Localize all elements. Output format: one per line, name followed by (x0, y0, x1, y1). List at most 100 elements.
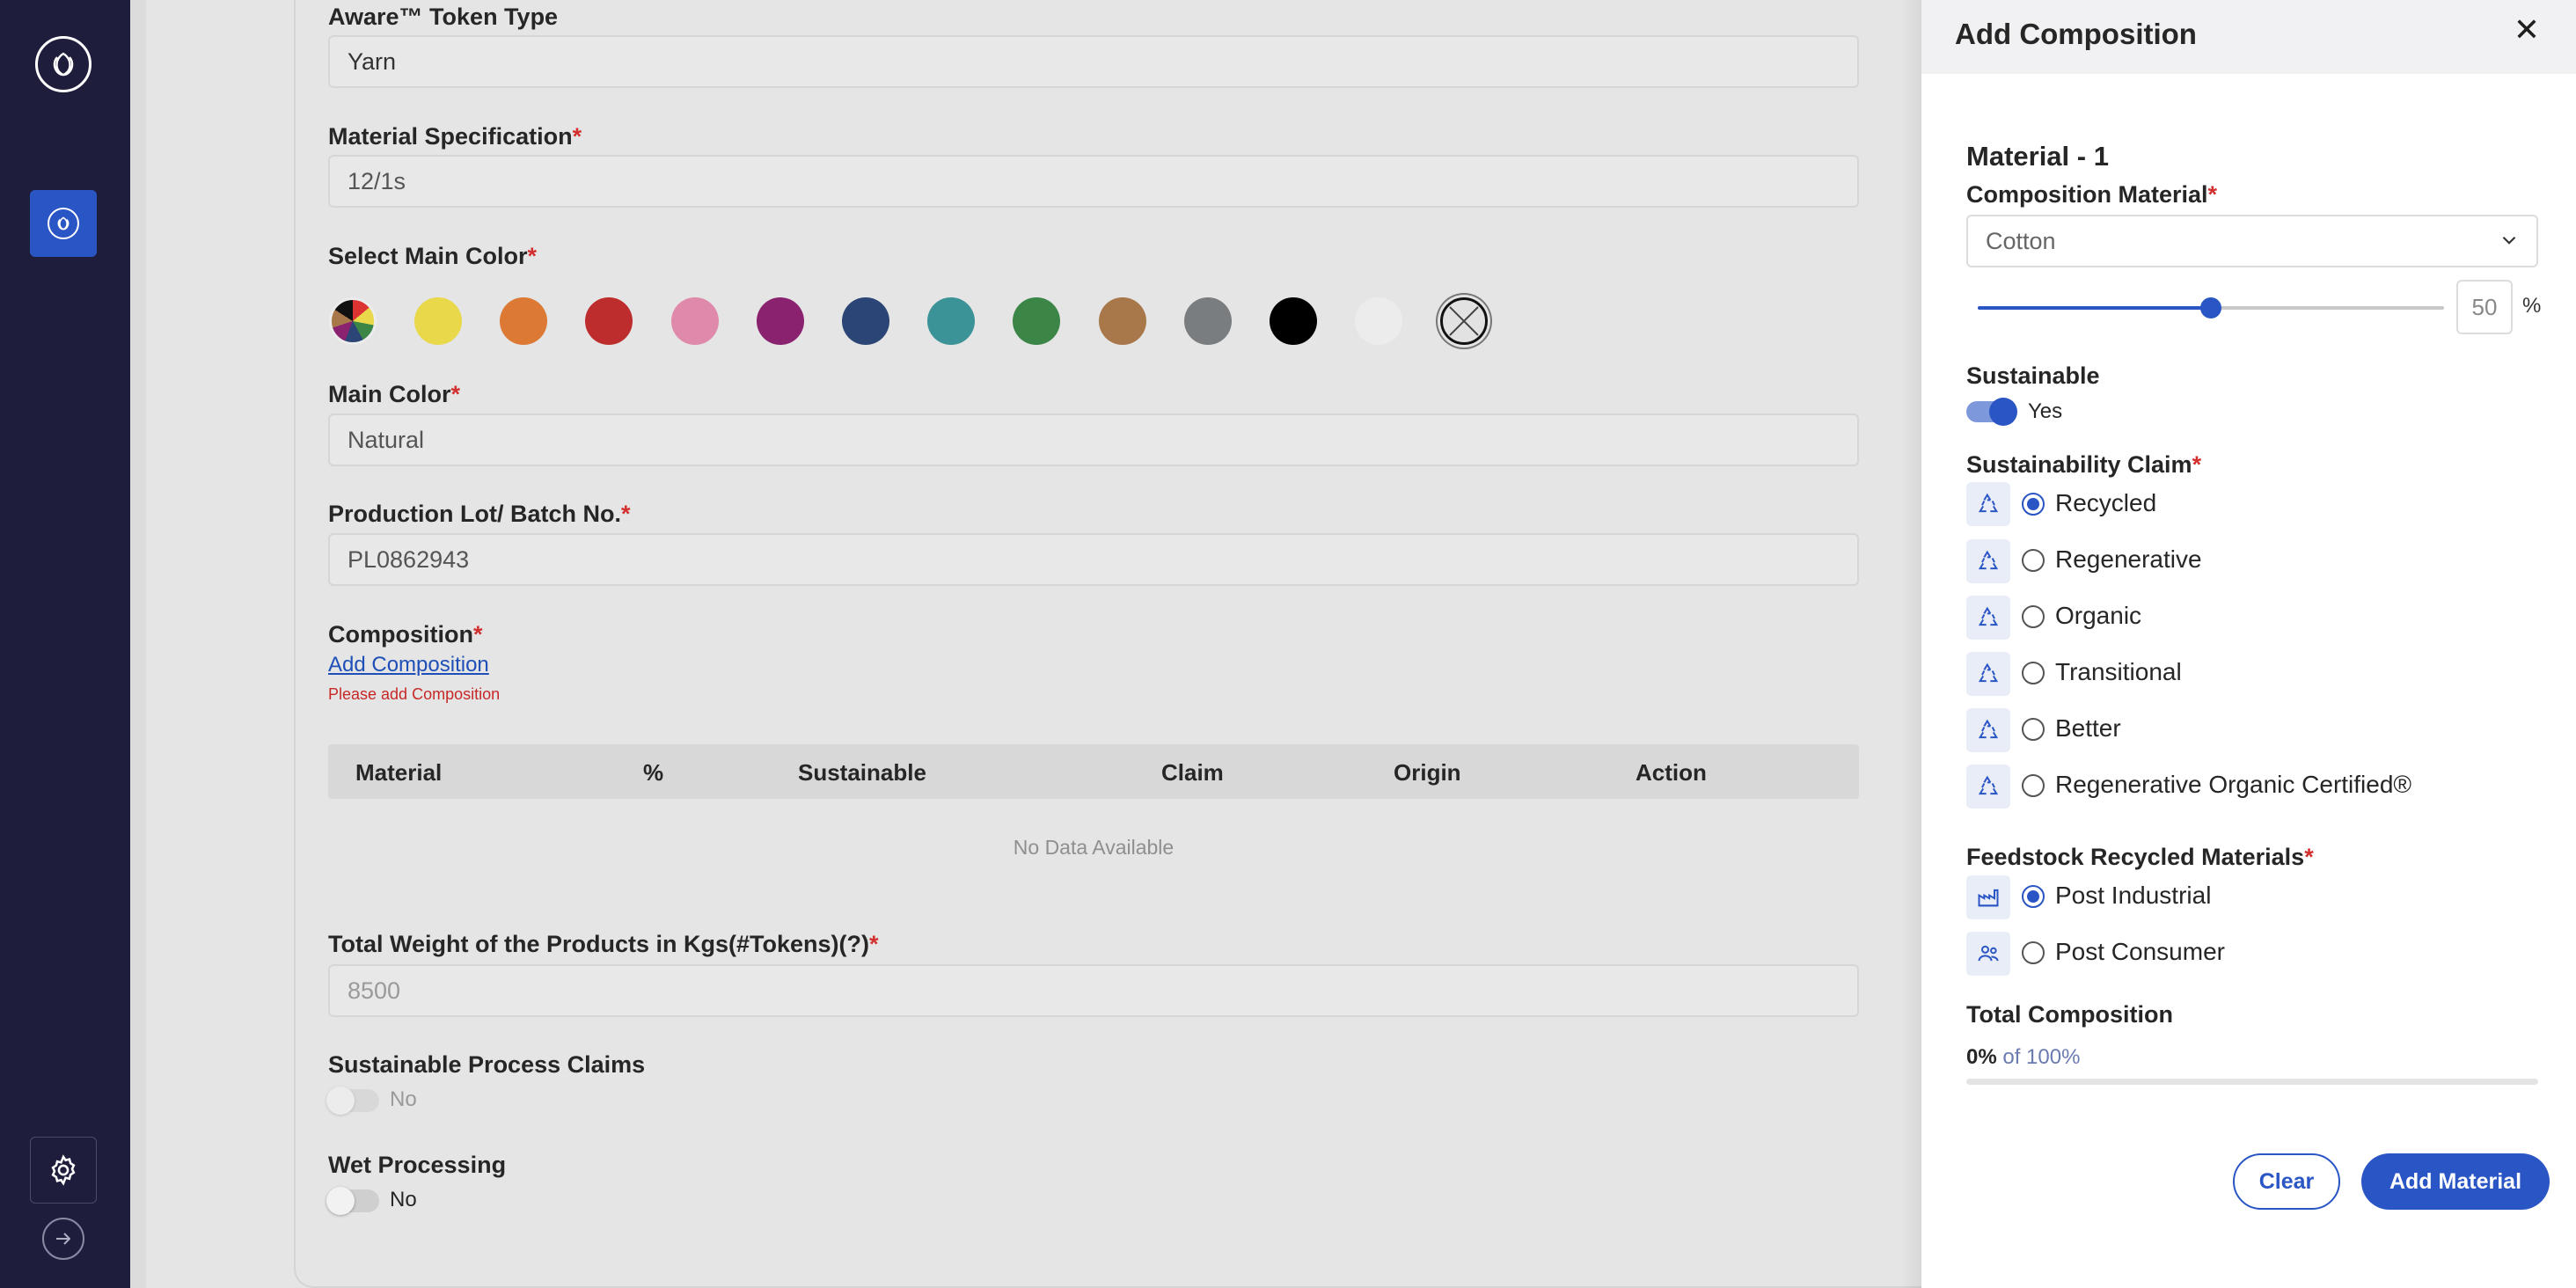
color-swatch-multicolor[interactable] (329, 297, 377, 345)
main-color-label: Main Color* (328, 381, 461, 407)
brand-mark-icon (48, 208, 79, 239)
percent-input[interactable]: 50 (2456, 280, 2513, 334)
drawer-shadow (1900, 0, 1921, 1288)
percent-sign: % (2522, 294, 2542, 318)
percent-slider-thumb[interactable] (2200, 297, 2221, 318)
column-header-origin[interactable]: Origin (1394, 759, 1461, 787)
recycle-icon (1966, 708, 2010, 752)
table-empty-text: No Data Available (1013, 836, 1175, 859)
radio-better[interactable] (2022, 718, 2045, 741)
composition-error-text: Please add Composition (328, 685, 501, 703)
total-composition-value: 0% of 100% (1966, 1045, 2081, 1069)
column-header-sustainable[interactable]: Sustainable (798, 759, 926, 787)
feedstock-option-label: Post Consumer (2055, 938, 2225, 965)
color-swatch-natural-selected[interactable] (1440, 297, 1488, 345)
material-spec-field[interactable]: 12/1s (328, 155, 1859, 208)
total-composition-progress (1966, 1079, 2538, 1085)
claim-option-label: Better (2055, 714, 2121, 742)
people-icon (1966, 932, 2010, 976)
arrow-right-icon (56, 1233, 71, 1245)
composition-material-select[interactable]: Cotton (1966, 215, 2538, 267)
radio-regenerative[interactable] (2022, 549, 2045, 572)
feedstock-option-label: Post Industrial (2055, 882, 2212, 909)
column-header-percent[interactable]: % (643, 759, 663, 787)
wet-processing-label: Wet Processing (328, 1152, 507, 1178)
color-swatch-brown[interactable] (1099, 297, 1146, 345)
color-swatch-yellow[interactable] (414, 297, 462, 345)
expand-sidebar-button[interactable] (42, 1218, 84, 1260)
close-icon[interactable]: ✕ (2511, 14, 2543, 46)
recycle-icon (1966, 596, 2010, 640)
radio-transitional[interactable] (2022, 662, 2045, 684)
sustainable-label: Sustainable (1966, 362, 2100, 389)
radio-post-industrial[interactable] (2022, 885, 2045, 908)
material-spec-label: Material Specification* (328, 123, 582, 150)
main-color-picker-label: Select Main Color* (328, 243, 538, 269)
color-swatch-teal[interactable] (927, 297, 975, 345)
composition-table-header: Material % Sustainable Claim Origin Acti… (328, 744, 1859, 799)
color-swatch-orange[interactable] (500, 297, 547, 345)
radio-recycled[interactable] (2022, 493, 2045, 516)
total-weight-placeholder: 8500 (348, 977, 401, 1004)
token-type-label: Aware™ Token Type (328, 4, 559, 30)
total-weight-label: Total Weight of the Products in Kgs(#Tok… (328, 931, 879, 957)
total-weight-field[interactable]: 8500 (328, 964, 1859, 1017)
clear-button[interactable]: Clear (2233, 1153, 2340, 1210)
wet-processing-toggle[interactable] (326, 1187, 379, 1215)
wet-processing-value: No (390, 1188, 417, 1211)
material-heading: Material - 1 (1966, 141, 2109, 172)
feedstock-label: Feedstock Recycled Materials* (1966, 844, 2314, 870)
add-composition-link[interactable]: Add Composition (328, 653, 489, 677)
recycle-icon (1966, 765, 2010, 809)
recycle-icon (1966, 539, 2010, 583)
radio-organic[interactable] (2022, 605, 2045, 628)
composition-material-value: Cotton (1986, 228, 2056, 254)
color-swatch-green[interactable] (1013, 297, 1060, 345)
radio-post-consumer[interactable] (2022, 941, 2045, 964)
drawer-title: Add Composition (1955, 18, 2197, 50)
batch-no-value: PL0862943 (348, 546, 470, 573)
percent-slider[interactable] (1978, 297, 2444, 318)
main-gutter (130, 0, 146, 1288)
gear-icon (51, 1154, 76, 1186)
brand-logo-icon[interactable] (35, 36, 91, 92)
sustainable-process-label: Sustainable Process Claims (328, 1051, 646, 1078)
add-material-button[interactable]: Add Material (2361, 1153, 2550, 1210)
claim-option-label: Organic (2055, 602, 2142, 629)
column-header-material[interactable]: Material (355, 759, 442, 787)
sustainable-value: Yes (2028, 399, 2063, 423)
settings-button[interactable] (30, 1137, 97, 1204)
color-swatch-white[interactable] (1355, 297, 1402, 345)
claim-option-label: Transitional (2055, 658, 2182, 685)
nav-home-button[interactable] (30, 190, 97, 257)
recycle-icon (1966, 652, 2010, 696)
color-swatch-navy[interactable] (842, 297, 889, 345)
column-header-action[interactable]: Action (1636, 759, 1707, 787)
material-spec-value: 12/1s (348, 168, 406, 194)
natural-x-icon (1449, 306, 1479, 336)
color-swatch-pink[interactable] (671, 297, 719, 345)
percent-slider-fill (1978, 306, 2211, 310)
color-swatch-grey[interactable] (1184, 297, 1232, 345)
claim-option-label: Recycled (2055, 489, 2157, 516)
column-header-claim[interactable]: Claim (1161, 759, 1224, 787)
radio-regenerative-organic-certified[interactable] (2022, 774, 2045, 797)
token-type-field[interactable]: Yarn (328, 35, 1859, 88)
total-composition-label: Total Composition (1966, 1001, 2173, 1028)
sustainable-process-toggle[interactable] (326, 1087, 379, 1115)
batch-no-label: Production Lot/ Batch No.* (328, 501, 631, 527)
color-swatch-purple[interactable] (757, 297, 804, 345)
sustainable-toggle[interactable] (1966, 398, 2017, 426)
sidebar (0, 0, 130, 1288)
recycle-icon (1966, 482, 2010, 526)
main-color-field[interactable]: Natural (328, 413, 1859, 466)
composition-material-label: Composition Material* (1966, 181, 2218, 208)
sustainability-claim-label: Sustainability Claim* (1966, 451, 2202, 478)
drawer-header: Add Composition ✕ (1921, 0, 2576, 74)
composition-label: Composition* (328, 621, 483, 648)
color-swatch-red[interactable] (585, 297, 633, 345)
claim-option-label: Regenerative Organic Certified® (2055, 771, 2412, 798)
token-type-value: Yarn (348, 48, 397, 75)
color-swatch-black[interactable] (1270, 297, 1317, 345)
batch-no-field[interactable]: PL0862943 (328, 533, 1859, 586)
